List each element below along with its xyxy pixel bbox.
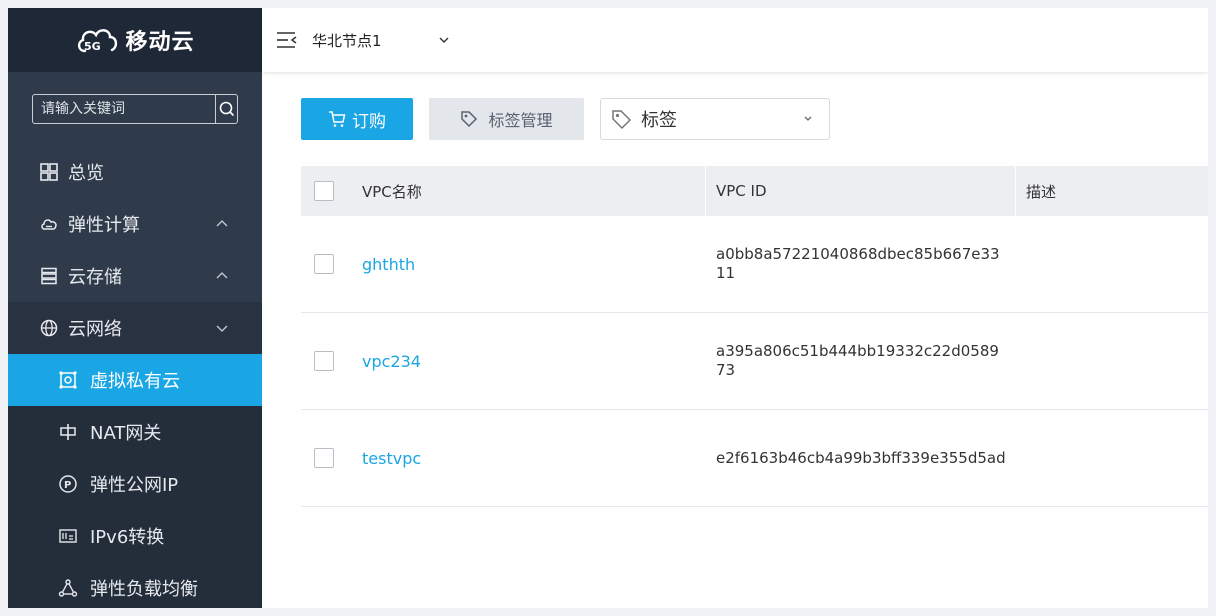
sidebar-item-label: 云网络: [68, 319, 122, 340]
ip-icon: P: [58, 474, 78, 494]
chevron-down-icon[interactable]: [438, 34, 450, 46]
column-header-name[interactable]: VPC名称: [349, 166, 706, 216]
logo-bar: 5G 移动云: [8, 8, 262, 72]
tag-icon: [612, 110, 632, 130]
header-checkbox-cell: [301, 181, 349, 201]
table-row: testvpc e2f6163b46cb4a99b3bff339e355d5ad: [301, 410, 1208, 507]
sidebar-item-nat[interactable]: NAT网关: [8, 406, 262, 458]
vpc-id: e2f6163b46cb4a99b3bff339e355d5ad: [716, 448, 1006, 467]
table-row: ghthth a0bb8a57221040868dbec85b667e3311: [301, 216, 1208, 313]
top-bar: 华北节点1: [262, 8, 1208, 72]
sidebar-item-compute[interactable]: 弹性计算: [8, 198, 262, 250]
grid-icon: [40, 163, 58, 181]
select-all-checkbox[interactable]: [314, 181, 334, 201]
column-header-id[interactable]: VPC ID: [706, 166, 1016, 216]
cloud-icon: [40, 215, 58, 233]
app-window: 5G 移动云 总览: [8, 8, 1208, 608]
vpc-name-link[interactable]: testvpc: [362, 449, 421, 468]
region-selector[interactable]: 华北节点1: [312, 30, 382, 51]
row-checkbox[interactable]: [314, 351, 334, 371]
menu-collapse-icon[interactable]: [276, 31, 298, 49]
sidebar-item-eip[interactable]: P 弹性公网IP: [8, 458, 262, 510]
globe-icon: [40, 319, 58, 337]
storage-icon: [40, 267, 58, 285]
sidebar-item-network[interactable]: 云网络: [8, 302, 262, 354]
cloud-logo-icon: 5G: [78, 29, 118, 53]
brand-name: 移动云: [125, 30, 195, 55]
table-row: vpc234 a395a806c51b444bb19332c22d058973: [301, 313, 1208, 410]
sidebar-item-ipv6[interactable]: IPv6转换: [8, 510, 262, 562]
order-button[interactable]: 订购: [301, 98, 413, 140]
search-input[interactable]: [33, 95, 215, 123]
sidebar-item-label: 虚拟私有云: [90, 371, 180, 392]
tag-icon: [461, 111, 478, 128]
brand-logo[interactable]: 5G 移动云: [75, 24, 194, 56]
tag-manage-button[interactable]: 标签管理: [429, 98, 584, 140]
sidebar-item-slb[interactable]: 弹性负载均衡: [8, 562, 262, 608]
search-box: [32, 94, 238, 124]
nat-icon: [58, 422, 78, 442]
vpc-id: a395a806c51b444bb19332c22d058973: [716, 342, 999, 379]
ipv6-icon: [58, 526, 78, 546]
search-icon: [219, 101, 234, 117]
svg-text:P: P: [64, 480, 71, 491]
tag-manage-label: 标签管理: [488, 111, 553, 130]
sidebar-search: [8, 72, 262, 148]
vpc-table: VPC名称 VPC ID 描述 ghthth a0bb8a57221040868…: [301, 166, 1208, 507]
vpc-id: a0bb8a57221040868dbec85b667e3311: [716, 245, 1000, 282]
cart-icon: [329, 111, 346, 127]
tag-select-label: 标签: [641, 110, 677, 131]
tag-filter-select[interactable]: 标签: [600, 98, 830, 140]
row-checkbox[interactable]: [314, 254, 334, 274]
sidebar-item-label: 云存储: [68, 267, 122, 288]
search-button[interactable]: [215, 95, 237, 123]
table-header: VPC名称 VPC ID 描述: [301, 166, 1208, 216]
sidebar-item-label: IPv6转换: [90, 527, 165, 548]
sidebar-item-label: 弹性负载均衡: [90, 579, 198, 600]
sidebar-item-label: NAT网关: [90, 423, 162, 444]
order-button-label: 订购: [352, 111, 386, 132]
chevron-up-icon: [216, 272, 228, 279]
loadbalancer-icon: [58, 578, 78, 598]
sidebar: 5G 移动云 总览: [8, 8, 262, 608]
toolbar: 订购 标签管理 标签: [301, 98, 830, 140]
sidebar-item-label: 总览: [68, 163, 104, 184]
chevron-down-icon: [804, 116, 812, 121]
sidebar-item-vpc[interactable]: 虚拟私有云: [8, 354, 262, 406]
column-header-desc[interactable]: 描述: [1016, 181, 1208, 202]
vpc-name-link[interactable]: vpc234: [362, 352, 421, 371]
logo-badge: 5G: [84, 40, 101, 53]
row-checkbox[interactable]: [314, 448, 334, 468]
sidebar-item-overview[interactable]: 总览: [8, 146, 262, 198]
vpc-icon: [58, 370, 78, 390]
chevron-down-icon: [216, 325, 228, 332]
sidebar-item-label: 弹性计算: [68, 215, 140, 236]
chevron-up-icon: [216, 220, 228, 227]
network-submenu: 虚拟私有云 NAT网关 P 弹性公网IP IPv6转换 弹性负载均衡: [8, 354, 262, 608]
sidebar-item-label: 弹性公网IP: [90, 475, 179, 496]
sidebar-item-storage[interactable]: 云存储: [8, 250, 262, 302]
vpc-name-link[interactable]: ghthth: [362, 255, 415, 274]
